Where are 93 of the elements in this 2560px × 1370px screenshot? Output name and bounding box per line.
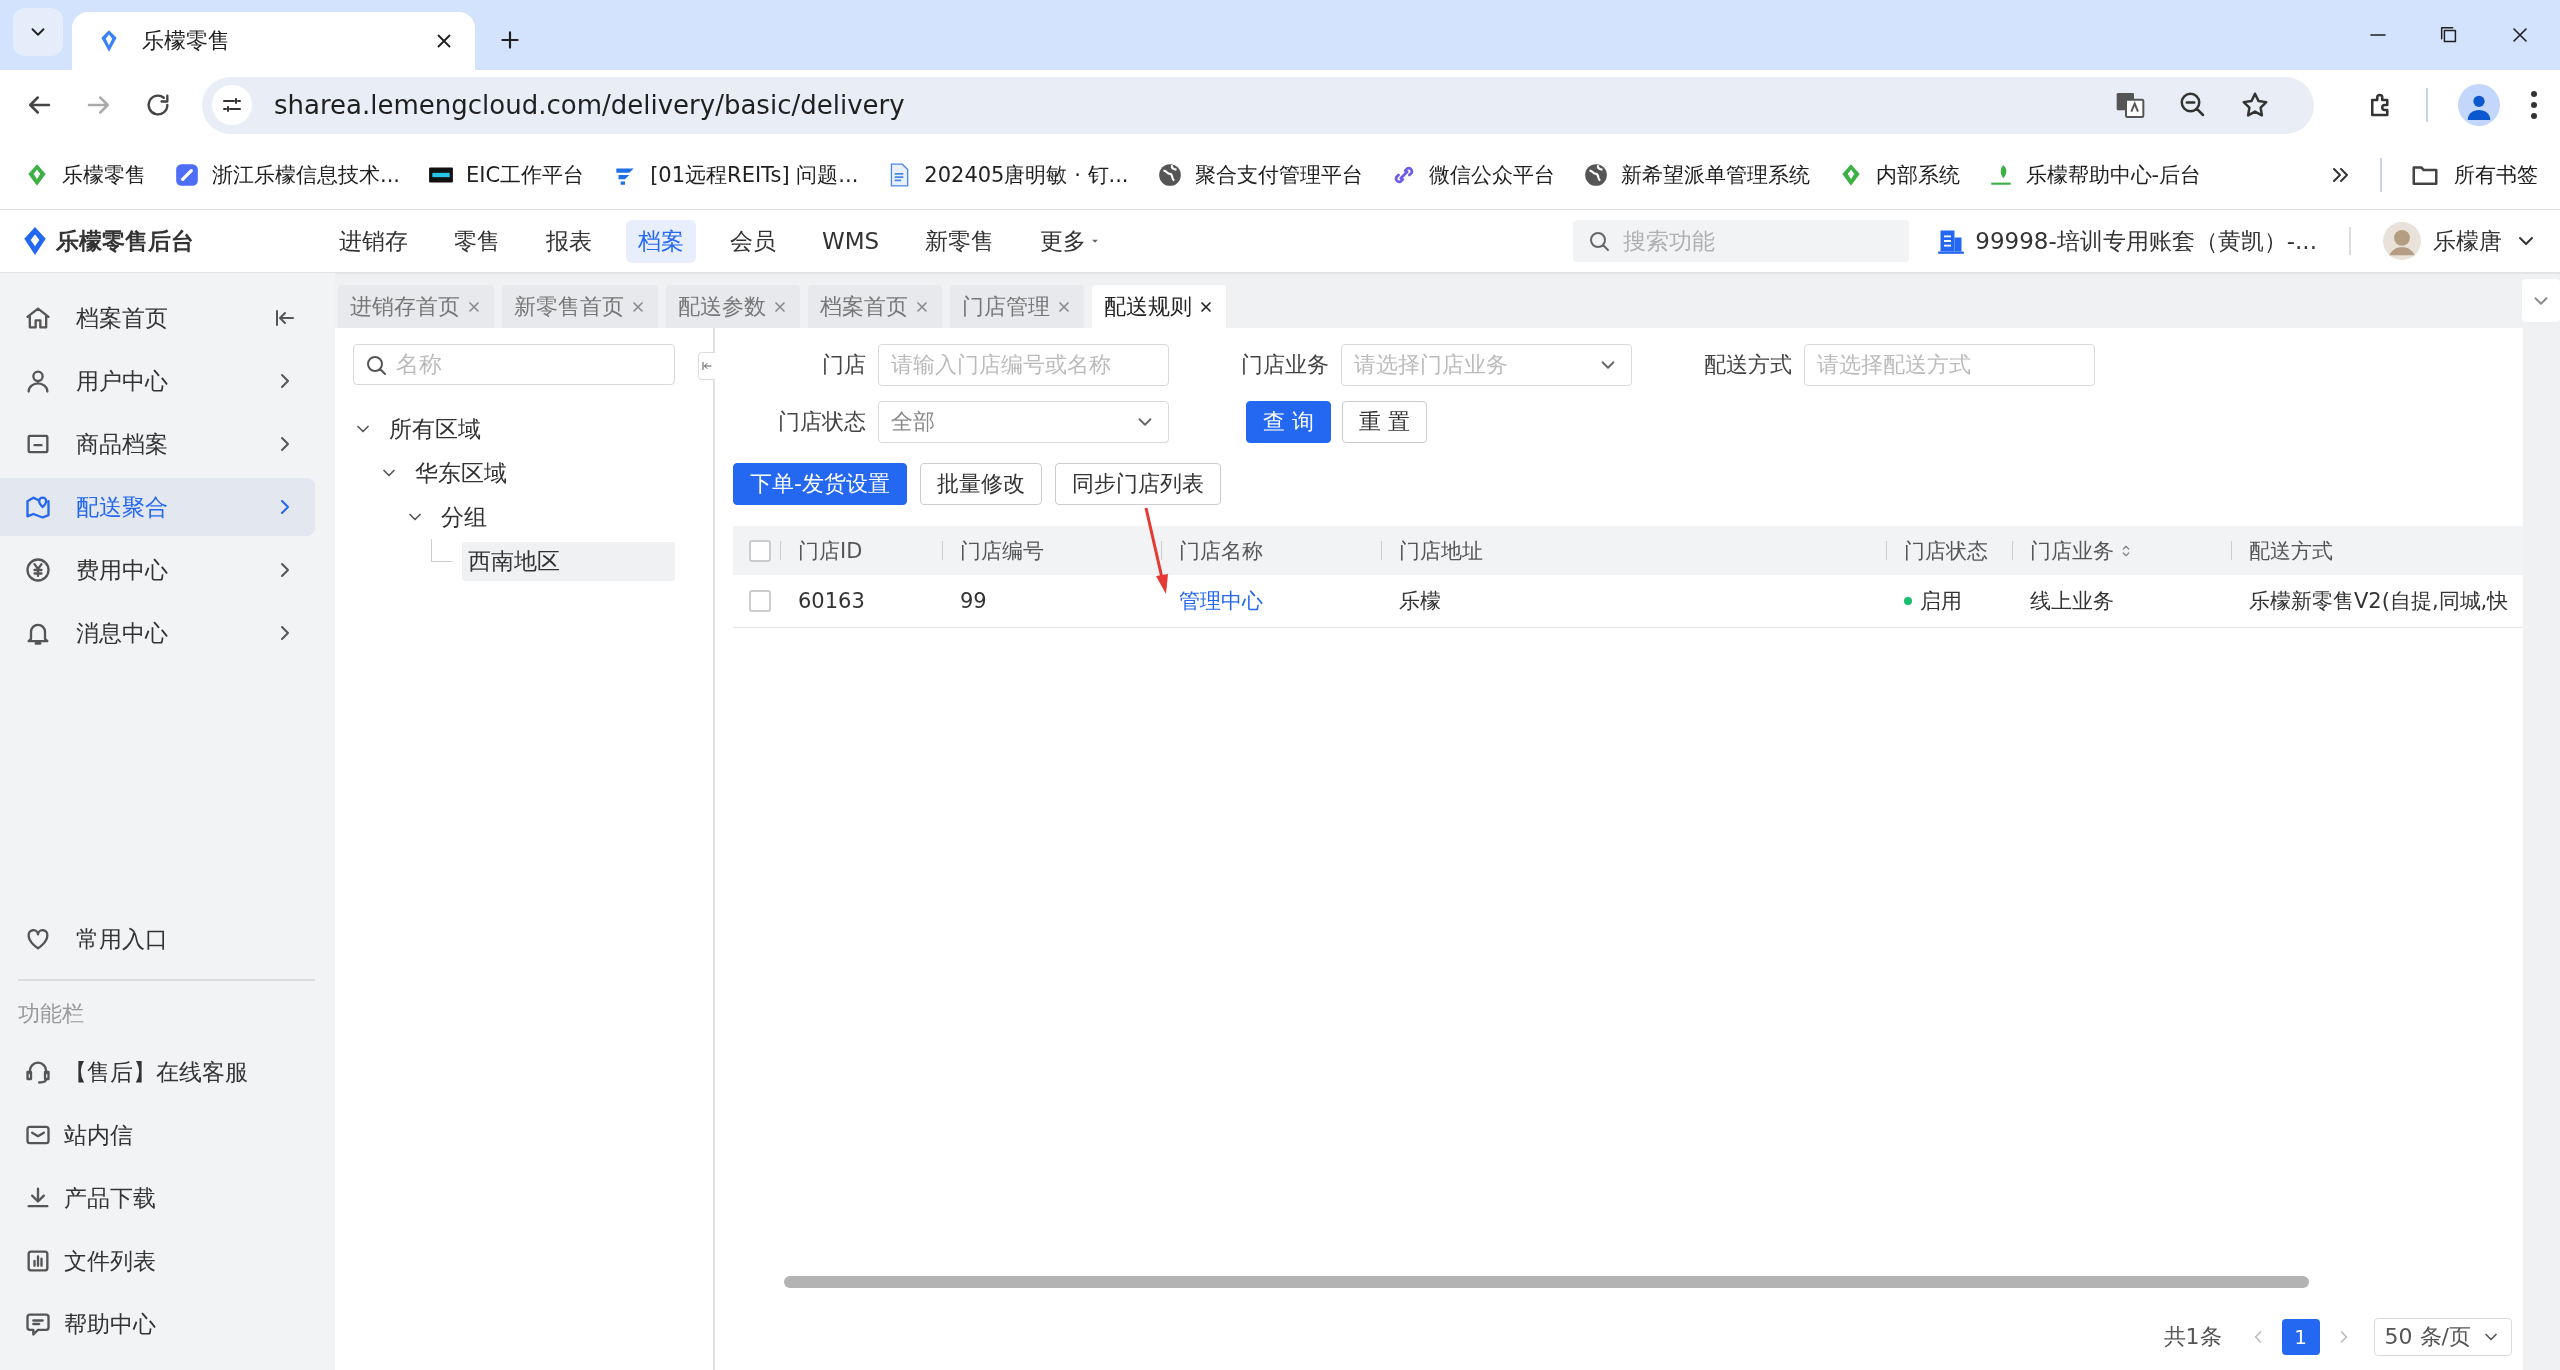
reset-button[interactable]: 重 置 <box>1342 401 1427 443</box>
select-all-checkbox[interactable] <box>749 539 771 562</box>
page-tab[interactable]: 新零售首页 <box>502 285 658 328</box>
page-tab[interactable]: 进销存首页 <box>338 285 494 328</box>
app-icon <box>174 161 200 188</box>
url-text: sharea.lemengcloud.com/delivery/basic/delivery <box>274 90 906 120</box>
sidebar-item[interactable]: 常用入口 <box>0 910 315 968</box>
column-header: 门店名称 <box>1161 526 1381 575</box>
page-number[interactable]: 1 <box>2281 1319 2320 1355</box>
section-label: 功能栏 <box>17 1000 85 1028</box>
bookmark[interactable]: 微信公众平台 <box>1390 160 1555 189</box>
nav-tab[interactable]: 档案 <box>626 219 696 263</box>
bookmark[interactable]: 浙江乐檬信息技术... <box>174 160 401 189</box>
sidebar-item[interactable]: 商品档案 <box>0 415 315 473</box>
sidebar-item[interactable]: 消息中心 <box>0 604 315 662</box>
profile-avatar[interactable] <box>2458 84 2500 126</box>
total-count: 共1条 <box>2163 1323 2222 1351</box>
sidebar-item[interactable]: 产品下载 <box>0 1169 315 1227</box>
nav-tab[interactable]: 进销存 <box>327 219 420 263</box>
column-header: 配送方式 <box>2231 526 2523 575</box>
action-button[interactable]: 下单-发货设置 <box>733 463 907 505</box>
yen-icon <box>24 556 52 584</box>
column-header: 门店地址 <box>1381 526 1886 575</box>
column-header: 门店编号 <box>942 526 1161 575</box>
bookmark[interactable]: 聚合支付管理平台 <box>1156 160 1363 189</box>
sidebar-item[interactable]: 档案首页 <box>0 289 315 347</box>
field-label: 配送方式 <box>1703 351 1792 379</box>
page-tab[interactable]: 档案首页 <box>808 285 942 328</box>
field-label: 门店业务 <box>1240 351 1329 379</box>
avatar-icon <box>2383 222 2421 260</box>
bookmark[interactable]: [01远程REITs] 问题... <box>612 160 859 189</box>
column-header: 门店状态 <box>1886 526 2012 575</box>
table-cell-text: 乐檬 <box>1399 588 1441 615</box>
sidebar-item[interactable]: 用户中心 <box>0 352 315 410</box>
table-cell-text: 启用 <box>1920 588 1962 615</box>
store-name-link[interactable]: 管理中心 <box>1179 587 1263 615</box>
page-tab[interactable]: 门店管理 <box>950 285 1084 328</box>
collapse-handle[interactable] <box>698 352 715 380</box>
all-bookmarks[interactable]: 所有书签 <box>2410 159 2538 190</box>
status-dot <box>1904 597 1912 605</box>
bookmark[interactable]: 乐檬帮助中心-后台 <box>1987 160 2202 189</box>
nav-tab[interactable]: 新零售 <box>913 219 1007 263</box>
tree-node[interactable]: 所有区域 <box>383 409 675 449</box>
row-checkbox[interactable] <box>749 590 771 612</box>
select-field[interactable]: 全部 <box>878 401 1169 443</box>
page-tab[interactable]: 配送规则 <box>1092 285 1226 328</box>
account-switcher[interactable]: 99998-培训专用账套（黄凯）-... <box>1937 225 2317 257</box>
table-cell-text: 乐檬新零售V2(自提,同城,快 <box>2249 588 2509 615</box>
sidebar-item[interactable]: 站内信 <box>0 1106 315 1164</box>
collapse-icon <box>701 360 713 372</box>
app-logo-text: 乐檬零售后台 <box>56 226 194 256</box>
column-header[interactable]: 门店业务 <box>2012 526 2231 575</box>
nav-tab[interactable]: WMS <box>810 219 892 263</box>
tree-node[interactable]: 分组 <box>435 497 675 537</box>
action-button[interactable]: 批量修改 <box>919 463 1042 505</box>
nav-tab[interactable]: 更多 <box>1028 219 1115 263</box>
page-size-select[interactable]: 50 条/页 <box>2373 1318 2512 1356</box>
nav-tab[interactable]: 零售 <box>442 219 512 263</box>
table-cell: 99 <box>960 589 987 613</box>
field-label: 门店 <box>821 351 866 379</box>
page-tab[interactable]: 配送参数 <box>666 285 800 328</box>
table-cell-text: 线上业务 <box>2030 588 2114 615</box>
bookmark[interactable]: 内部系统 <box>1837 160 1960 189</box>
bookmark[interactable]: 新希望派单管理系统 <box>1582 160 1810 189</box>
sidebar-item[interactable]: 【售后】在线客服 <box>0 1043 315 1101</box>
address-bar[interactable]: sharea.lemengcloud.com/delivery/basic/delivery <box>202 76 2314 134</box>
connector-line <box>431 538 452 562</box>
field-label: 门店状态 <box>777 408 866 436</box>
table-cell: 60163 <box>798 589 865 613</box>
tree-node[interactable]: 西南地区 <box>462 541 675 581</box>
nav-tab[interactable]: 会员 <box>718 219 788 263</box>
sidebar-item[interactable]: 费用中心 <box>0 541 315 599</box>
globe-icon <box>1582 161 1609 188</box>
bookmark[interactable]: 乐檬零售 <box>24 160 146 189</box>
sidebar-item[interactable]: 文件列表 <box>0 1232 315 1290</box>
logo-icon <box>22 226 48 256</box>
sidebar-item[interactable]: 帮助中心 <box>0 1295 315 1353</box>
menu-icon[interactable] <box>2530 90 2538 120</box>
bookmark[interactable]: EIC工作平台 <box>428 160 585 189</box>
browser-tab[interactable]: 乐檬零售 <box>72 12 475 70</box>
tab-title: 乐檬零售 <box>142 27 231 55</box>
action-button[interactable]: 同步门店列表 <box>1054 463 1221 505</box>
star-icon[interactable] <box>2240 90 2270 120</box>
nav-tab[interactable]: 报表 <box>534 219 604 263</box>
search-icon <box>1587 229 1612 253</box>
sidebar-item[interactable]: 配送聚合 <box>0 478 315 536</box>
globe-icon <box>1156 161 1183 188</box>
user-menu[interactable]: 乐檬唐 <box>2383 222 2538 260</box>
tree-node[interactable]: 华东区域 <box>409 453 675 493</box>
column-header: 门店ID <box>780 526 942 575</box>
scrollbar[interactable] <box>784 1276 2309 1288</box>
query-button[interactable]: 查 询 <box>1246 401 1331 443</box>
bookmark[interactable]: 202405唐明敏 · 钉... <box>886 160 1129 189</box>
